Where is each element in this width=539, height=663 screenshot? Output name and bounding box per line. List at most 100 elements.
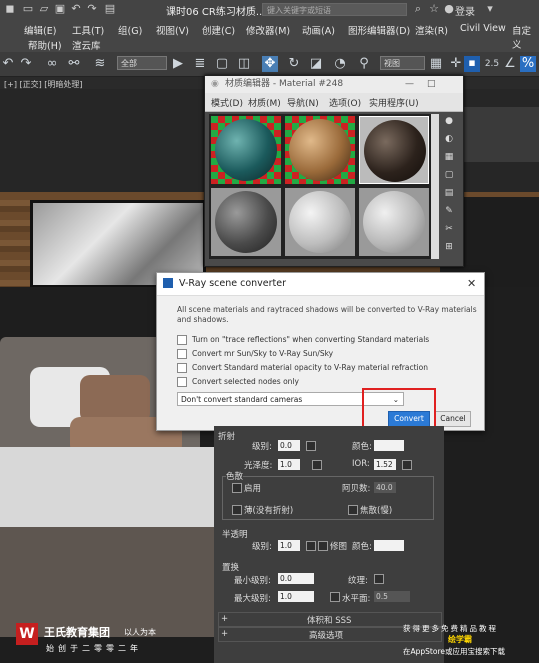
menu-create[interactable]: 创建(C) <box>202 23 235 37</box>
percent-snap-icon[interactable]: % <box>520 56 536 72</box>
menu-edit[interactable]: 编辑(E) <box>24 23 56 37</box>
mat-menu-material[interactable]: 材质(M) <box>248 96 281 109</box>
options-icon[interactable]: ✂ <box>443 224 455 235</box>
menu-civil-view[interactable]: Civil View <box>460 23 506 34</box>
water-level-checkbox[interactable] <box>330 592 340 602</box>
move-gizmo-icon[interactable]: ✛ <box>448 56 464 72</box>
backlight-icon[interactable]: ◐ <box>443 134 455 145</box>
caustics-checkbox[interactable] <box>348 505 358 515</box>
material-editor-title-bar[interactable]: ◉ 材质编辑器 - Material #248 — □ <box>205 76 463 93</box>
keyboard-shortcut-icon[interactable]: ⏹ <box>464 56 480 72</box>
unlink-icon[interactable]: ⚯ <box>66 56 82 72</box>
redo-toolbar-icon[interactable]: ↷ <box>18 56 34 72</box>
place-icon[interactable]: ◔ <box>332 56 348 72</box>
mat-menu-utilities[interactable]: 实用程序(U) <box>369 96 419 109</box>
video-color-check-icon[interactable]: ▤ <box>443 188 455 199</box>
material-slot-6[interactable] <box>359 188 429 256</box>
menu-group[interactable]: 组(G) <box>118 23 142 37</box>
search-input[interactable]: 键入关键字或短语 <box>262 3 407 16</box>
select-object-icon[interactable]: ▶ <box>170 56 186 72</box>
make-preview-icon[interactable]: ✎ <box>443 206 455 217</box>
maximize-icon[interactable]: □ <box>427 76 436 93</box>
app-logo-icon[interactable]: ◼ <box>4 3 16 15</box>
select-move-icon[interactable]: ✥ <box>262 56 278 72</box>
info-icon[interactable]: ☆ <box>428 3 440 15</box>
select-rotate-icon[interactable]: ↻ <box>286 56 302 72</box>
min-level-input[interactable]: 0.0 <box>278 573 314 584</box>
material-slot-3[interactable] <box>359 116 429 184</box>
material-slot-1[interactable] <box>211 116 281 184</box>
menu-cloud-library[interactable]: 渲云库 <box>72 38 101 52</box>
vray-dialog-title-bar[interactable]: V-Ray scene converter ✕ <box>157 273 484 296</box>
menu-modifiers[interactable]: 修改器(M) <box>246 23 290 37</box>
level-input[interactable]: 0.0 <box>278 440 300 451</box>
close-icon[interactable]: ✕ <box>467 277 476 290</box>
menu-dropdown-icon[interactable]: ▾ <box>484 3 496 15</box>
save-icon[interactable]: ▣ <box>54 3 66 15</box>
translucency-color-swatch[interactable] <box>374 540 404 551</box>
background-icon[interactable]: ▦ <box>443 152 455 163</box>
mat-menu-options[interactable]: 选项(O) <box>329 96 361 109</box>
selection-filter-dropdown[interactable]: 全部 <box>117 56 167 70</box>
link-icon[interactable]: ∞ <box>44 56 60 72</box>
checkbox[interactable] <box>177 349 187 359</box>
max-level-input[interactable]: 1.0 <box>278 591 314 602</box>
glossiness-map-button[interactable] <box>312 460 322 470</box>
snap-toggle-icon[interactable]: 2.5 <box>484 56 500 72</box>
redo-icon[interactable]: ↷ <box>86 3 98 15</box>
pivot-center-icon[interactable]: ▦ <box>428 56 444 72</box>
cancel-button[interactable]: Cancel <box>435 411 471 427</box>
user-icon[interactable]: ● <box>443 3 455 15</box>
material-slot-5[interactable] <box>285 188 355 256</box>
glossiness-input[interactable]: 1.0 <box>278 459 300 470</box>
ior-input[interactable]: 1.52 <box>374 459 396 470</box>
dispersion-enable-checkbox[interactable] <box>232 483 242 493</box>
abbe-input[interactable]: 40.0 <box>374 482 396 493</box>
level-map-button[interactable] <box>306 441 316 451</box>
menu-tools[interactable]: 工具(T) <box>72 23 104 37</box>
menu-view[interactable]: 视图(V) <box>156 23 189 37</box>
viewcube[interactable] <box>462 107 539 162</box>
option-selected-nodes-only[interactable]: Convert selected nodes only <box>177 376 299 388</box>
reference-coord-icon[interactable]: ⚲ <box>356 56 372 72</box>
window-crossing-icon[interactable]: ◫ <box>236 56 252 72</box>
reference-coord-dropdown[interactable]: 视图 <box>380 56 425 70</box>
sample-type-icon[interactable]: ● <box>443 116 455 127</box>
project-folder-icon[interactable]: ▤ <box>104 3 116 15</box>
refraction-color-swatch[interactable] <box>374 440 404 451</box>
ior-map-button[interactable] <box>402 460 412 470</box>
thin-checkbox[interactable] <box>232 505 242 515</box>
select-by-name-icon[interactable]: ≣ <box>192 56 208 72</box>
option-trace-reflections[interactable]: Turn on "trace reflections" when convert… <box>177 334 429 346</box>
translucency-map-button[interactable] <box>306 541 316 551</box>
rectangle-selection-icon[interactable]: ▢ <box>214 56 230 72</box>
new-file-icon[interactable]: ▭ <box>22 3 34 15</box>
material-slot-2[interactable] <box>285 116 355 184</box>
material-slot-4[interactable] <box>211 188 281 256</box>
undo-toolbar-icon[interactable]: ↶ <box>0 56 16 72</box>
checkbox[interactable] <box>177 335 187 345</box>
undo-icon[interactable]: ↶ <box>70 3 82 15</box>
water-level-input[interactable]: 0.5 <box>374 591 410 602</box>
menu-graph-editors[interactable]: 图形编辑器(D) <box>348 23 410 37</box>
texture-map-button[interactable] <box>374 574 384 584</box>
menu-rendering[interactable]: 渲染(R) <box>415 23 448 37</box>
mat-menu-navigation[interactable]: 导航(N) <box>287 96 319 109</box>
translucency-fix-checkbox[interactable] <box>318 541 328 551</box>
slots-scrollbar[interactable] <box>431 114 439 259</box>
option-convert-opacity[interactable]: Convert Standard material opacity to V-R… <box>177 362 428 374</box>
select-by-material-icon[interactable]: ⊞ <box>443 242 455 253</box>
menu-help[interactable]: 帮助(H) <box>28 38 62 52</box>
menu-animation[interactable]: 动画(A) <box>302 23 335 37</box>
select-scale-icon[interactable]: ◪ <box>308 56 324 72</box>
translucency-level-input[interactable]: 1.0 <box>278 540 300 551</box>
angle-snap-icon[interactable]: ∠ <box>502 56 518 72</box>
checkbox[interactable] <box>177 363 187 373</box>
option-convert-sun-sky[interactable]: Convert mr Sun/Sky to V-Ray Sun/Sky <box>177 348 333 360</box>
search-icon[interactable]: ⌕ <box>412 3 424 15</box>
minimize-icon[interactable]: — <box>405 76 414 93</box>
open-file-icon[interactable]: ▱ <box>38 3 50 15</box>
checkbox[interactable] <box>177 377 187 387</box>
login-link[interactable]: 登录 <box>455 3 475 18</box>
bind-spacewarp-icon[interactable]: ≋ <box>92 56 108 72</box>
